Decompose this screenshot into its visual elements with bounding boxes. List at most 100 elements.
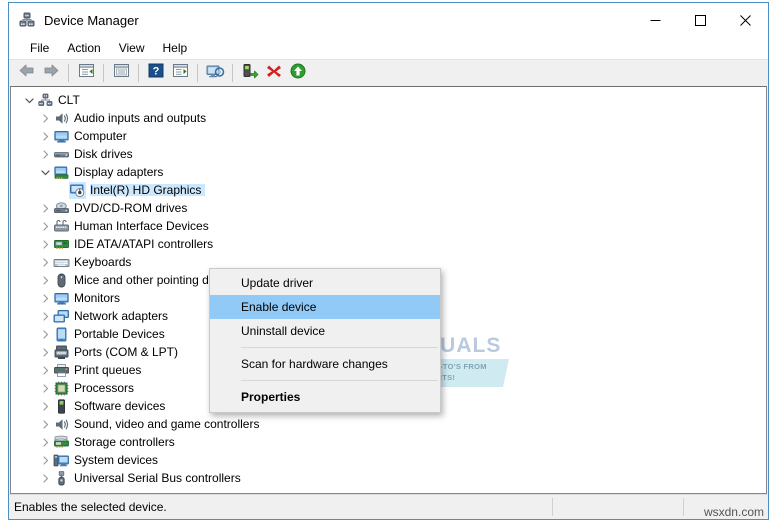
source-watermark-text: wsxdn.com	[703, 505, 764, 519]
chevron-right-icon[interactable]	[37, 415, 53, 433]
tree-item-universal-serial-bus-controllers[interactable]: Universal Serial Bus controllers	[11, 469, 766, 487]
speaker-icon	[53, 110, 70, 127]
show-hide-console-tree-button[interactable]	[74, 62, 98, 84]
tree-item-label: Processors	[74, 381, 135, 395]
tree-item-ide-ata-atapi-controllers[interactable]: IDE ATA/ATAPI controllers	[11, 235, 766, 253]
maximize-button[interactable]	[678, 3, 723, 37]
tree-item-storage-controllers[interactable]: Storage controllers	[11, 433, 766, 451]
tree-item-sound-video-and-game-controllers[interactable]: Sound, video and game controllers	[11, 415, 766, 433]
usb-controller-icon	[53, 470, 70, 487]
chevron-right-icon[interactable]	[37, 127, 53, 145]
graphics-card-disabled-icon	[69, 181, 86, 199]
back-arrow-icon	[18, 63, 36, 83]
tree-item-label: Print queues	[74, 363, 142, 377]
chevron-down-icon[interactable]	[37, 163, 53, 181]
forward-arrow-icon	[42, 63, 60, 83]
tree-item-label: DVD/CD-ROM drives	[74, 201, 188, 215]
tree-item-system-devices[interactable]: System devices	[11, 451, 766, 469]
toolbar-separator-4	[197, 64, 198, 82]
toolbar-separator-3	[138, 64, 139, 82]
chevron-right-icon[interactable]	[37, 145, 53, 163]
tree-item-human-interface-devices[interactable]: Human Interface Devices	[11, 217, 766, 235]
red-x-icon	[266, 63, 282, 84]
menu-file[interactable]: File	[21, 39, 58, 57]
tree-item-label: Software devices	[74, 399, 166, 413]
tree-item-display-adapters[interactable]: Display adapters	[11, 163, 766, 181]
tree-item-label: System devices	[74, 453, 159, 467]
chevron-right-icon[interactable]	[37, 253, 53, 271]
help-button[interactable]: ?	[144, 62, 168, 84]
tree-item-label: Human Interface Devices	[74, 219, 209, 233]
tree-item-audio-inputs-and-outputs[interactable]: Audio inputs and outputs	[11, 109, 766, 127]
tree-item-clt[interactable]: CLT	[11, 91, 766, 109]
speaker-icon	[53, 416, 70, 433]
device-manager-window: Device Manager File Action View Help ? C…	[8, 2, 769, 520]
toolbar: ?	[9, 59, 768, 86]
context-menu-item-properties[interactable]: Properties	[210, 385, 440, 409]
device-context-menu: Update driver Enable device Uninstall de…	[209, 268, 441, 413]
properties-button[interactable]	[109, 62, 133, 84]
console-tree-icon	[78, 63, 95, 83]
tree-item-intel-hd-graphics[interactable]: Intel(R) HD Graphics	[11, 181, 766, 199]
chevron-right-icon[interactable]	[37, 271, 53, 289]
svg-text:?: ?	[153, 66, 160, 78]
monitor-icon	[53, 290, 70, 307]
chevron-right-icon[interactable]	[37, 109, 53, 127]
uninstall-device-button[interactable]	[262, 62, 286, 84]
close-button[interactable]	[723, 3, 768, 37]
tree-item-disk-drives[interactable]: Disk drives	[11, 145, 766, 163]
toolbar-separator-5	[232, 64, 233, 82]
enable-device-button[interactable]	[286, 62, 310, 84]
menu-help[interactable]: Help	[154, 39, 197, 57]
minimize-button[interactable]	[633, 3, 678, 37]
chevron-right-icon[interactable]	[37, 343, 53, 361]
tree-item-label: CLT	[58, 93, 80, 107]
back-button[interactable]	[15, 62, 39, 84]
tree-item-computer[interactable]: Computer	[11, 127, 766, 145]
software-device-icon	[53, 398, 70, 415]
device-tree-pane: CLT Audio inputs and outputs Computer Di…	[10, 86, 767, 494]
system-device-icon	[53, 452, 70, 469]
menu-action[interactable]: Action	[58, 39, 109, 57]
update-driver-button[interactable]	[238, 62, 262, 84]
status-divider-1	[552, 498, 553, 516]
computer-root-icon	[37, 92, 54, 109]
chevron-right-icon[interactable]	[37, 325, 53, 343]
ide-controller-icon	[53, 236, 70, 253]
chevron-right-icon[interactable]	[37, 379, 53, 397]
scan-hardware-changes-button[interactable]	[203, 62, 227, 84]
chevron-right-icon[interactable]	[37, 451, 53, 469]
details-pane-icon	[172, 63, 189, 83]
network-adapter-icon	[53, 308, 70, 325]
printer-icon	[53, 362, 70, 379]
tree-item-label: Disk drives	[74, 147, 133, 161]
chevron-right-icon[interactable]	[37, 397, 53, 415]
window-title: Device Manager	[44, 12, 139, 28]
tree-item-dvd-cd-rom-drives[interactable]: DVD/CD-ROM drives	[11, 199, 766, 217]
tree-item-label: Network adapters	[74, 309, 169, 323]
optical-drive-icon	[53, 200, 70, 217]
chevron-right-icon[interactable]	[37, 361, 53, 379]
context-menu-item-scan-for-hardware-changes[interactable]: Scan for hardware changes	[210, 352, 440, 376]
hid-icon	[53, 218, 70, 235]
tree-item-label: Keyboards	[74, 255, 132, 269]
forward-button[interactable]	[39, 62, 63, 84]
chevron-down-icon[interactable]	[21, 91, 37, 109]
chevron-right-icon[interactable]	[37, 235, 53, 253]
disk-drive-icon	[53, 146, 70, 163]
show-details-button[interactable]	[168, 62, 192, 84]
chevron-right-icon[interactable]	[37, 307, 53, 325]
chevron-right-icon[interactable]	[37, 469, 53, 487]
context-menu-item-enable-device[interactable]: Enable device	[210, 295, 440, 319]
chevron-right-icon[interactable]	[37, 433, 53, 451]
tree-item-label: Sound, video and game controllers	[74, 417, 260, 431]
menu-view[interactable]: View	[110, 39, 154, 57]
properties-window-icon	[113, 63, 130, 83]
chevron-right-icon[interactable]	[37, 289, 53, 307]
update-driver-icon	[242, 63, 259, 84]
scan-monitor-icon	[206, 63, 225, 84]
chevron-right-icon[interactable]	[37, 199, 53, 217]
context-menu-item-uninstall-device[interactable]: Uninstall device	[210, 319, 440, 343]
context-menu-item-update-driver[interactable]: Update driver	[210, 271, 440, 295]
chevron-right-icon[interactable]	[37, 217, 53, 235]
